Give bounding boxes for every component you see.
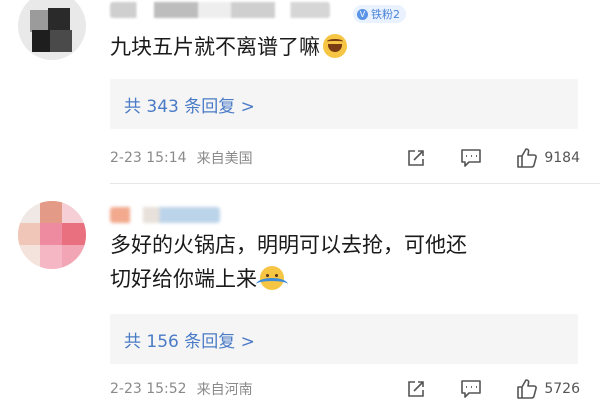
avatar[interactable] [18, 201, 86, 269]
comment-text: 九块五片就不离谱了嘛 [110, 30, 580, 64]
comment-date: 2-23 15:14 [110, 150, 187, 166]
like-count: 9184 [544, 150, 580, 166]
reply-button[interactable] [460, 379, 482, 399]
comment-location: 来自美国 [196, 151, 253, 167]
like-button[interactable]: 5726 [516, 378, 580, 400]
laughing-tears-emoji [323, 34, 347, 58]
share-button[interactable] [406, 379, 426, 399]
comment-icon [461, 149, 482, 167]
fan-badge: V 铁粉2 [353, 5, 406, 23]
share-icon [408, 381, 425, 397]
shrug-emoji [256, 266, 288, 290]
username-blurred[interactable] [110, 2, 330, 18]
comment-text-content: 切好给你端上来 [110, 267, 257, 291]
thumbs-up-icon [517, 148, 538, 168]
comment-text: 多好的火锅店，明明可以去抢，可他还 切好给你端上来 [110, 228, 580, 296]
view-replies-button[interactable]: 共 343 条回复 > [110, 79, 578, 129]
fan-badge-icon: V [357, 8, 368, 20]
comment-footer: 2-23 15:52 来自河南 5726 [110, 376, 580, 402]
fan-badge-label: 铁粉2 [371, 8, 400, 21]
avatar[interactable] [18, 0, 86, 60]
like-button[interactable]: 9184 [516, 147, 580, 169]
like-count: 5726 [544, 381, 580, 397]
comment-item: V 铁粉2 九块五片就不离谱了嘛 共 343 条回复 > 2-23 15:14 … [0, 0, 600, 180]
divider [110, 183, 600, 184]
view-replies-button[interactable]: 共 156 条回复 > [110, 314, 578, 364]
comment-text-line: 多好的火锅店，明明可以去抢，可他还 [110, 233, 467, 257]
comment-icon [461, 380, 482, 398]
comment-text-line: 切好给你端上来 [110, 262, 580, 296]
comment-location: 来自河南 [196, 382, 253, 398]
comment-text-content: 九块五片就不离谱了嘛 [110, 35, 320, 59]
thumbs-up-icon [517, 379, 538, 399]
share-icon [408, 150, 425, 166]
share-button[interactable] [406, 148, 426, 168]
reply-button[interactable] [460, 148, 482, 168]
comment-date: 2-23 15:52 [110, 381, 187, 397]
comment-footer: 2-23 15:14 来自美国 9184 [110, 145, 580, 171]
username-blurred[interactable] [110, 207, 220, 223]
